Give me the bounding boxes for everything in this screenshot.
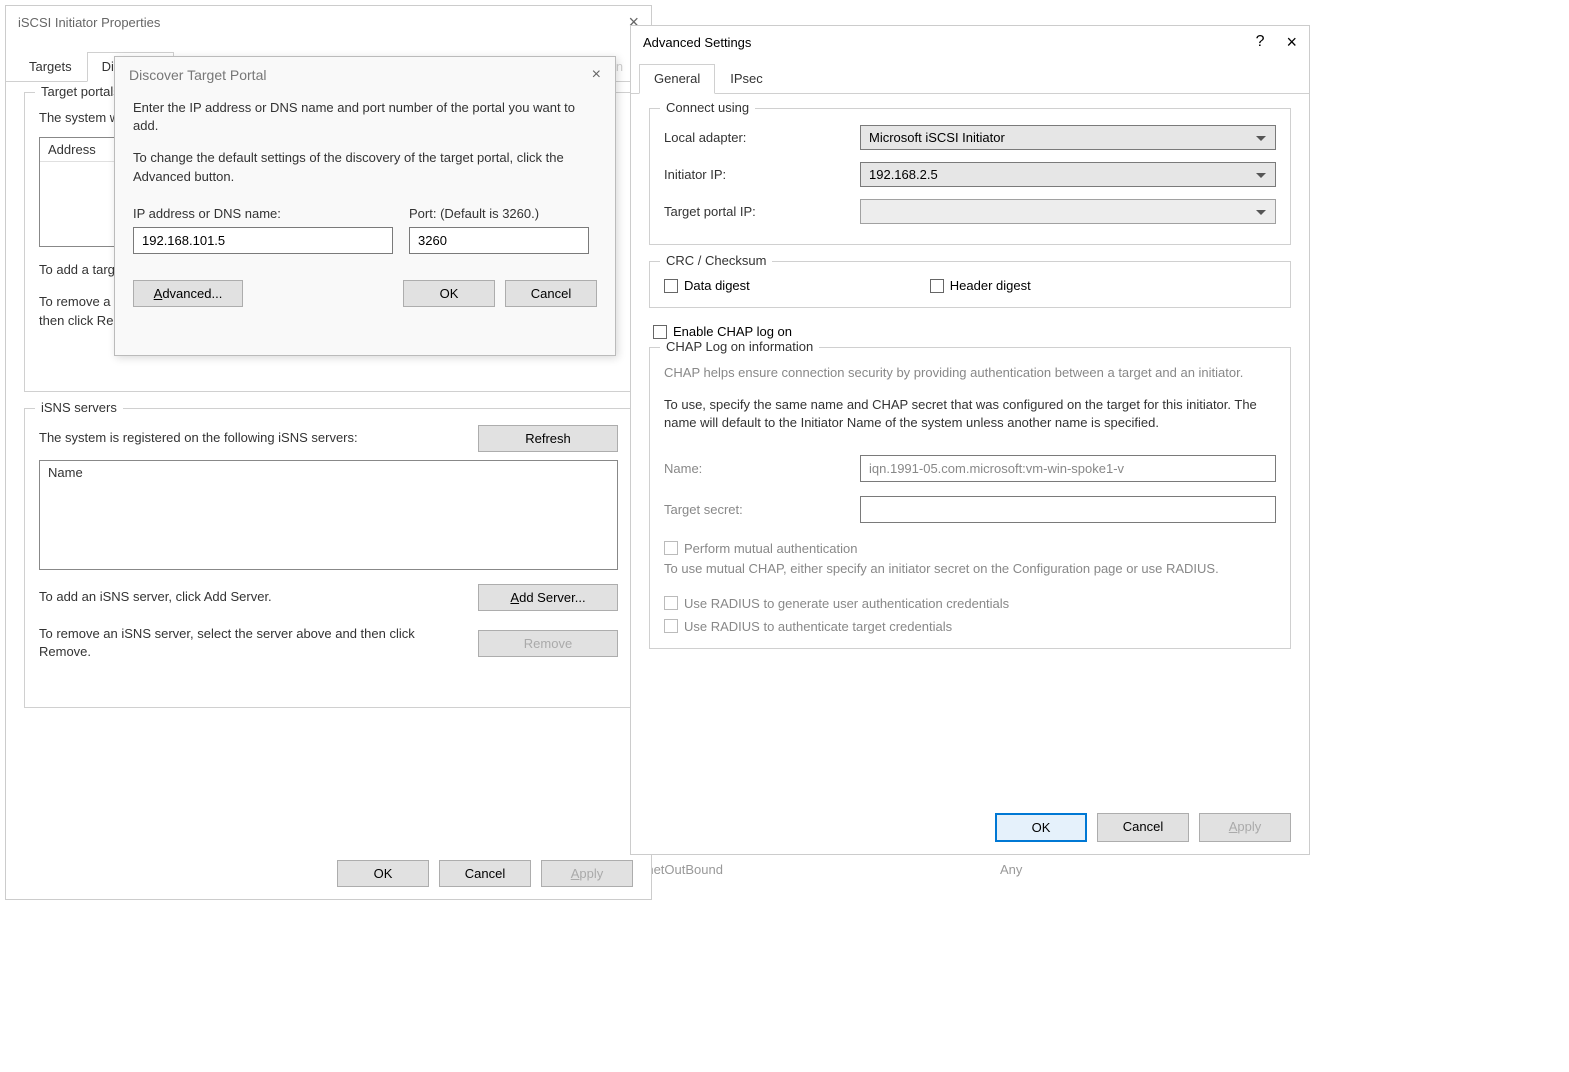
mutual-auth-checkbox: Perform mutual authentication: [664, 541, 1276, 556]
port-label: Port: (Default is 3260.): [409, 206, 539, 221]
crc-checksum-fieldset: CRC / Checksum Data digest Header digest: [649, 261, 1291, 308]
add-server-button[interactable]: Add Server...: [478, 584, 618, 611]
data-digest-checkbox[interactable]: Data digest: [664, 278, 750, 293]
fieldset-legend: iSNS servers: [35, 400, 123, 415]
ok-button[interactable]: OK: [995, 813, 1087, 842]
header-digest-checkbox[interactable]: Header digest: [930, 278, 1031, 293]
instr-text: To use mutual CHAP, either specify an in…: [664, 560, 1276, 578]
chap-name-label: Name:: [664, 461, 860, 476]
ok-button[interactable]: OK: [403, 280, 495, 307]
remove-button: Remove: [478, 630, 618, 657]
tab-general[interactable]: General: [639, 64, 715, 94]
close-icon[interactable]: ×: [1286, 32, 1297, 53]
instr-text: To remove an iSNS server, select the ser…: [39, 625, 419, 661]
bg-text: Any: [1000, 862, 1022, 877]
port-input[interactable]: [409, 227, 589, 254]
discover-target-portal-dialog: Discover Target Portal × Enter the IP ad…: [114, 56, 616, 356]
target-secret-input: [860, 496, 1276, 523]
isns-servers-fieldset: iSNS servers The system is registered on…: [24, 408, 633, 708]
apply-button: Apply: [1199, 813, 1291, 842]
local-adapter-select[interactable]: Microsoft iSCSI Initiator: [860, 125, 1276, 150]
tab-targets[interactable]: Targets: [14, 52, 87, 81]
refresh-button[interactable]: Refresh: [478, 425, 618, 452]
window-title: Advanced Settings: [643, 35, 751, 50]
local-adapter-label: Local adapter:: [664, 130, 860, 145]
fieldset-legend: CRC / Checksum: [660, 253, 772, 268]
radius-authenticate-checkbox: Use RADIUS to authenticate target creden…: [664, 619, 1276, 634]
target-portal-ip-select: [860, 199, 1276, 224]
chap-logon-fieldset: CHAP Log on information CHAP helps ensur…: [649, 347, 1291, 649]
dialog-title: Discover Target Portal: [129, 67, 266, 83]
chap-name-input: [860, 455, 1276, 482]
help-icon[interactable]: ?: [1256, 33, 1265, 51]
instr-text: To use, specify the same name and CHAP s…: [664, 396, 1276, 432]
tab-ipsec[interactable]: IPsec: [715, 64, 778, 93]
column-header-name: Name: [40, 461, 617, 484]
cancel-button[interactable]: Cancel: [505, 280, 597, 307]
window-title: iSCSI Initiator Properties: [18, 15, 160, 30]
connect-using-fieldset: Connect using Local adapter: Microsoft i…: [649, 108, 1291, 245]
titlebar: iSCSI Initiator Properties ×: [6, 6, 651, 38]
instr-text: The system is registered on the followin…: [39, 429, 358, 447]
radius-generate-checkbox: Use RADIUS to generate user authenticati…: [664, 596, 1276, 611]
enable-chap-checkbox[interactable]: Enable CHAP log on: [653, 324, 1291, 339]
apply-button: Apply: [541, 860, 633, 887]
target-portal-ip-label: Target portal IP:: [664, 204, 860, 219]
target-portals-list[interactable]: Address: [39, 137, 124, 247]
fieldset-legend: Connect using: [660, 100, 755, 115]
fieldset-legend: CHAP Log on information: [660, 339, 819, 354]
advanced-settings-window: Advanced Settings ? × General IPsec Conn…: [630, 25, 1310, 855]
close-icon[interactable]: ×: [592, 66, 601, 84]
instr-text: CHAP helps ensure connection security by…: [664, 364, 1276, 382]
cancel-button[interactable]: Cancel: [439, 860, 531, 887]
ip-address-input[interactable]: [133, 227, 393, 254]
isns-servers-list[interactable]: Name: [39, 460, 618, 570]
cancel-button[interactable]: Cancel: [1097, 813, 1189, 842]
ok-button[interactable]: OK: [337, 860, 429, 887]
target-secret-label: Target secret:: [664, 502, 860, 517]
initiator-ip-label: Initiator IP:: [664, 167, 860, 182]
column-header-address: Address: [40, 138, 123, 162]
instr-text: Enter the IP address or DNS name and por…: [133, 99, 597, 135]
instr-text: To add an iSNS server, click Add Server.: [39, 588, 272, 606]
ip-address-label: IP address or DNS name:: [133, 206, 393, 221]
initiator-ip-select[interactable]: 192.168.2.5: [860, 162, 1276, 187]
advanced-button[interactable]: Advanced...: [133, 280, 243, 307]
fieldset-legend: Target portals: [35, 84, 126, 99]
instr-text: To change the default settings of the di…: [133, 149, 597, 185]
